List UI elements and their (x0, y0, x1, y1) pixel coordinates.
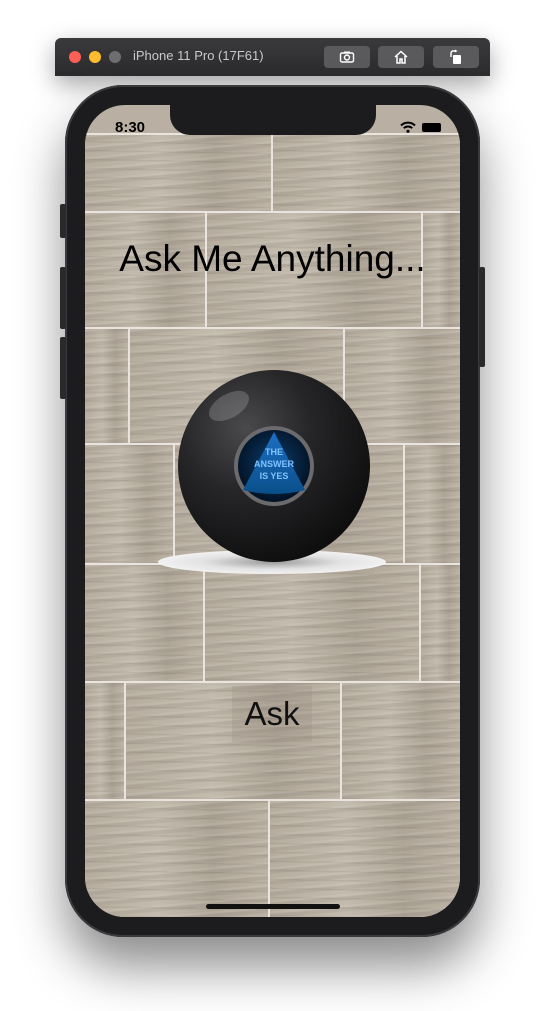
answer-line-3: IS YES (260, 471, 289, 481)
home-indicator[interactable] (206, 904, 340, 909)
magic-8-ball-image: THE ANSWER IS YES (157, 368, 387, 578)
window-title: iPhone 11 Pro (17F61) (133, 48, 264, 63)
screenshot-icon (339, 51, 355, 63)
wifi-icon (400, 121, 416, 133)
silent-switch (60, 204, 66, 238)
battery-icon (422, 122, 441, 132)
minimize-window-button[interactable] (89, 51, 101, 63)
zoom-window-button[interactable] (109, 51, 121, 63)
power-button (479, 267, 485, 367)
simulator-title-bar: iPhone 11 Pro (17F61) (55, 38, 490, 76)
notch (170, 105, 376, 135)
status-icons (400, 121, 441, 133)
answer-line-2: ANSWER (254, 459, 294, 469)
volume-up-button (60, 267, 66, 329)
answer-line-1: THE (265, 447, 283, 457)
close-window-button[interactable] (69, 51, 81, 63)
ask-button[interactable]: Ask (232, 686, 312, 742)
screenshot-button[interactable] (324, 46, 370, 68)
volume-down-button (60, 337, 66, 399)
home-button[interactable] (378, 46, 424, 68)
home-icon (394, 50, 408, 64)
status-time: 8:30 (115, 119, 146, 136)
rotate-button[interactable] (433, 46, 479, 68)
rotate-icon (450, 49, 461, 64)
page-title: Ask Me Anything... (119, 238, 426, 279)
